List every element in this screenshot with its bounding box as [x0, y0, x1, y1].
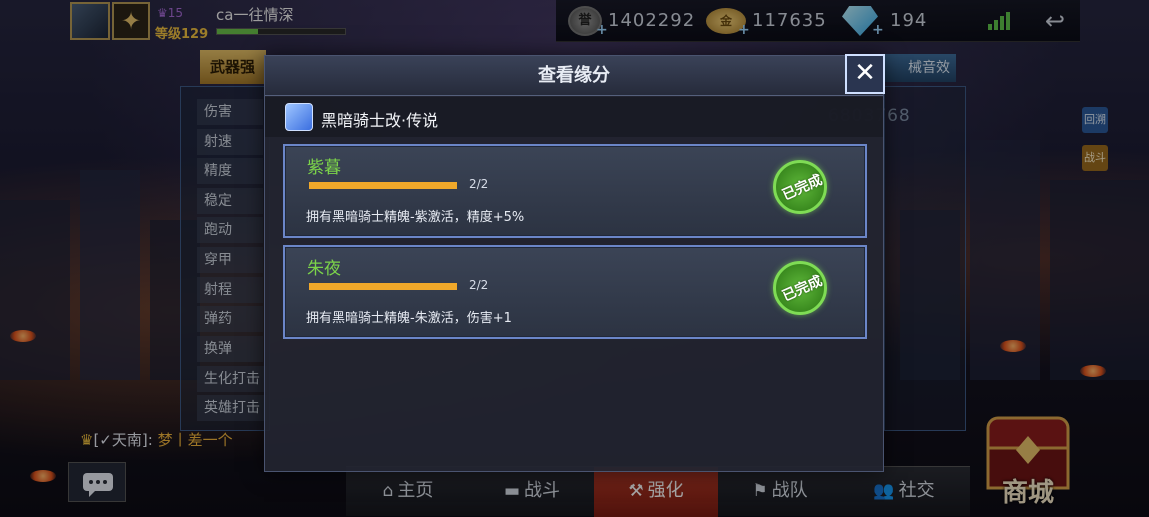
- weapon-header: 黑暗骑士改·传说: [265, 97, 883, 137]
- fate-progress-fill: [309, 182, 457, 189]
- completed-stamp: 已完成: [773, 261, 827, 315]
- fate-name: 紫暮: [307, 158, 341, 178]
- completed-stamp: 已完成: [773, 160, 827, 214]
- fate-progress-text: 2/2: [469, 177, 489, 191]
- weapon-name: 黑暗骑士改·传说: [321, 111, 439, 130]
- fate-progress-fill: [309, 283, 457, 290]
- fate-description: 拥有黑暗骑士精魄-紫激活，精度+5%: [306, 210, 525, 225]
- fate-progress-bar: [309, 283, 457, 290]
- dialog-header: 查看缘分: [265, 56, 883, 96]
- completed-stamp-text: 已完成: [779, 172, 825, 204]
- fate-card: 紫暮 2/2 拥有黑暗骑士精魄-紫激活，精度+5% 已完成: [283, 144, 867, 238]
- weapon-cube-icon: [285, 103, 313, 131]
- fate-progress-text: 2/2: [469, 278, 489, 292]
- close-icon[interactable]: ✕: [845, 54, 885, 94]
- fate-card: 朱夜 2/2 拥有黑暗骑士精魄-朱激活，伤害+1 已完成: [283, 245, 867, 339]
- fate-description: 拥有黑暗骑士精魄-朱激活，伤害+1: [306, 311, 512, 326]
- fate-progress-bar: [309, 182, 457, 189]
- completed-stamp-text: 已完成: [779, 273, 825, 305]
- fate-name: 朱夜: [307, 259, 341, 279]
- fate-dialog: 查看缘分 ✕ 黑暗骑士改·传说 紫暮 2/2 拥有黑暗骑士精魄-紫激活，精度+5…: [264, 54, 885, 472]
- dialog-title: 查看缘分: [538, 65, 610, 86]
